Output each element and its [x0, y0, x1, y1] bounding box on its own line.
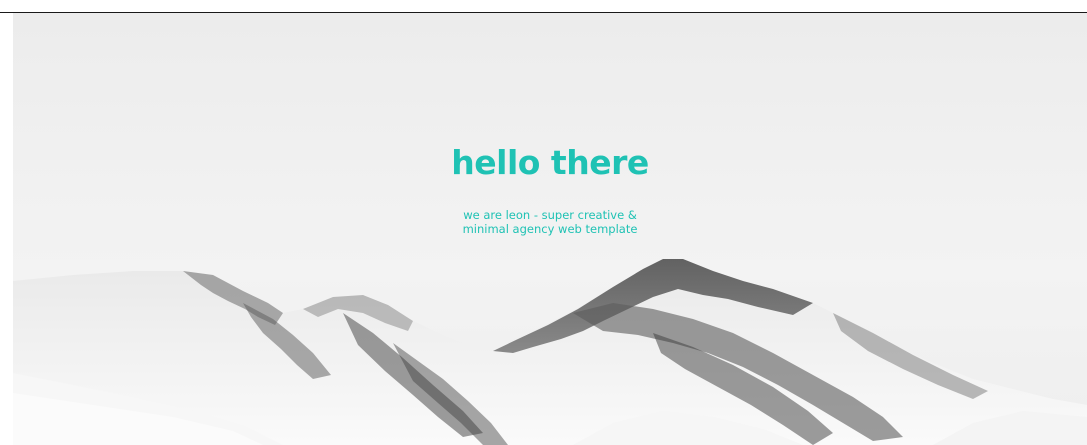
hero-subtitle-line-1: we are leon - super creative &: [463, 208, 637, 222]
hero-subtitle-line-2: minimal agency web template: [462, 222, 638, 236]
hero-subtitle: we are leon - super creative & minimal a…: [13, 208, 1087, 236]
page: hello there we are leon - super creative…: [0, 0, 1087, 445]
hero-title: hello there: [451, 143, 649, 182]
hero-section: hello there we are leon - super creative…: [13, 13, 1087, 445]
left-margin: [0, 13, 13, 445]
